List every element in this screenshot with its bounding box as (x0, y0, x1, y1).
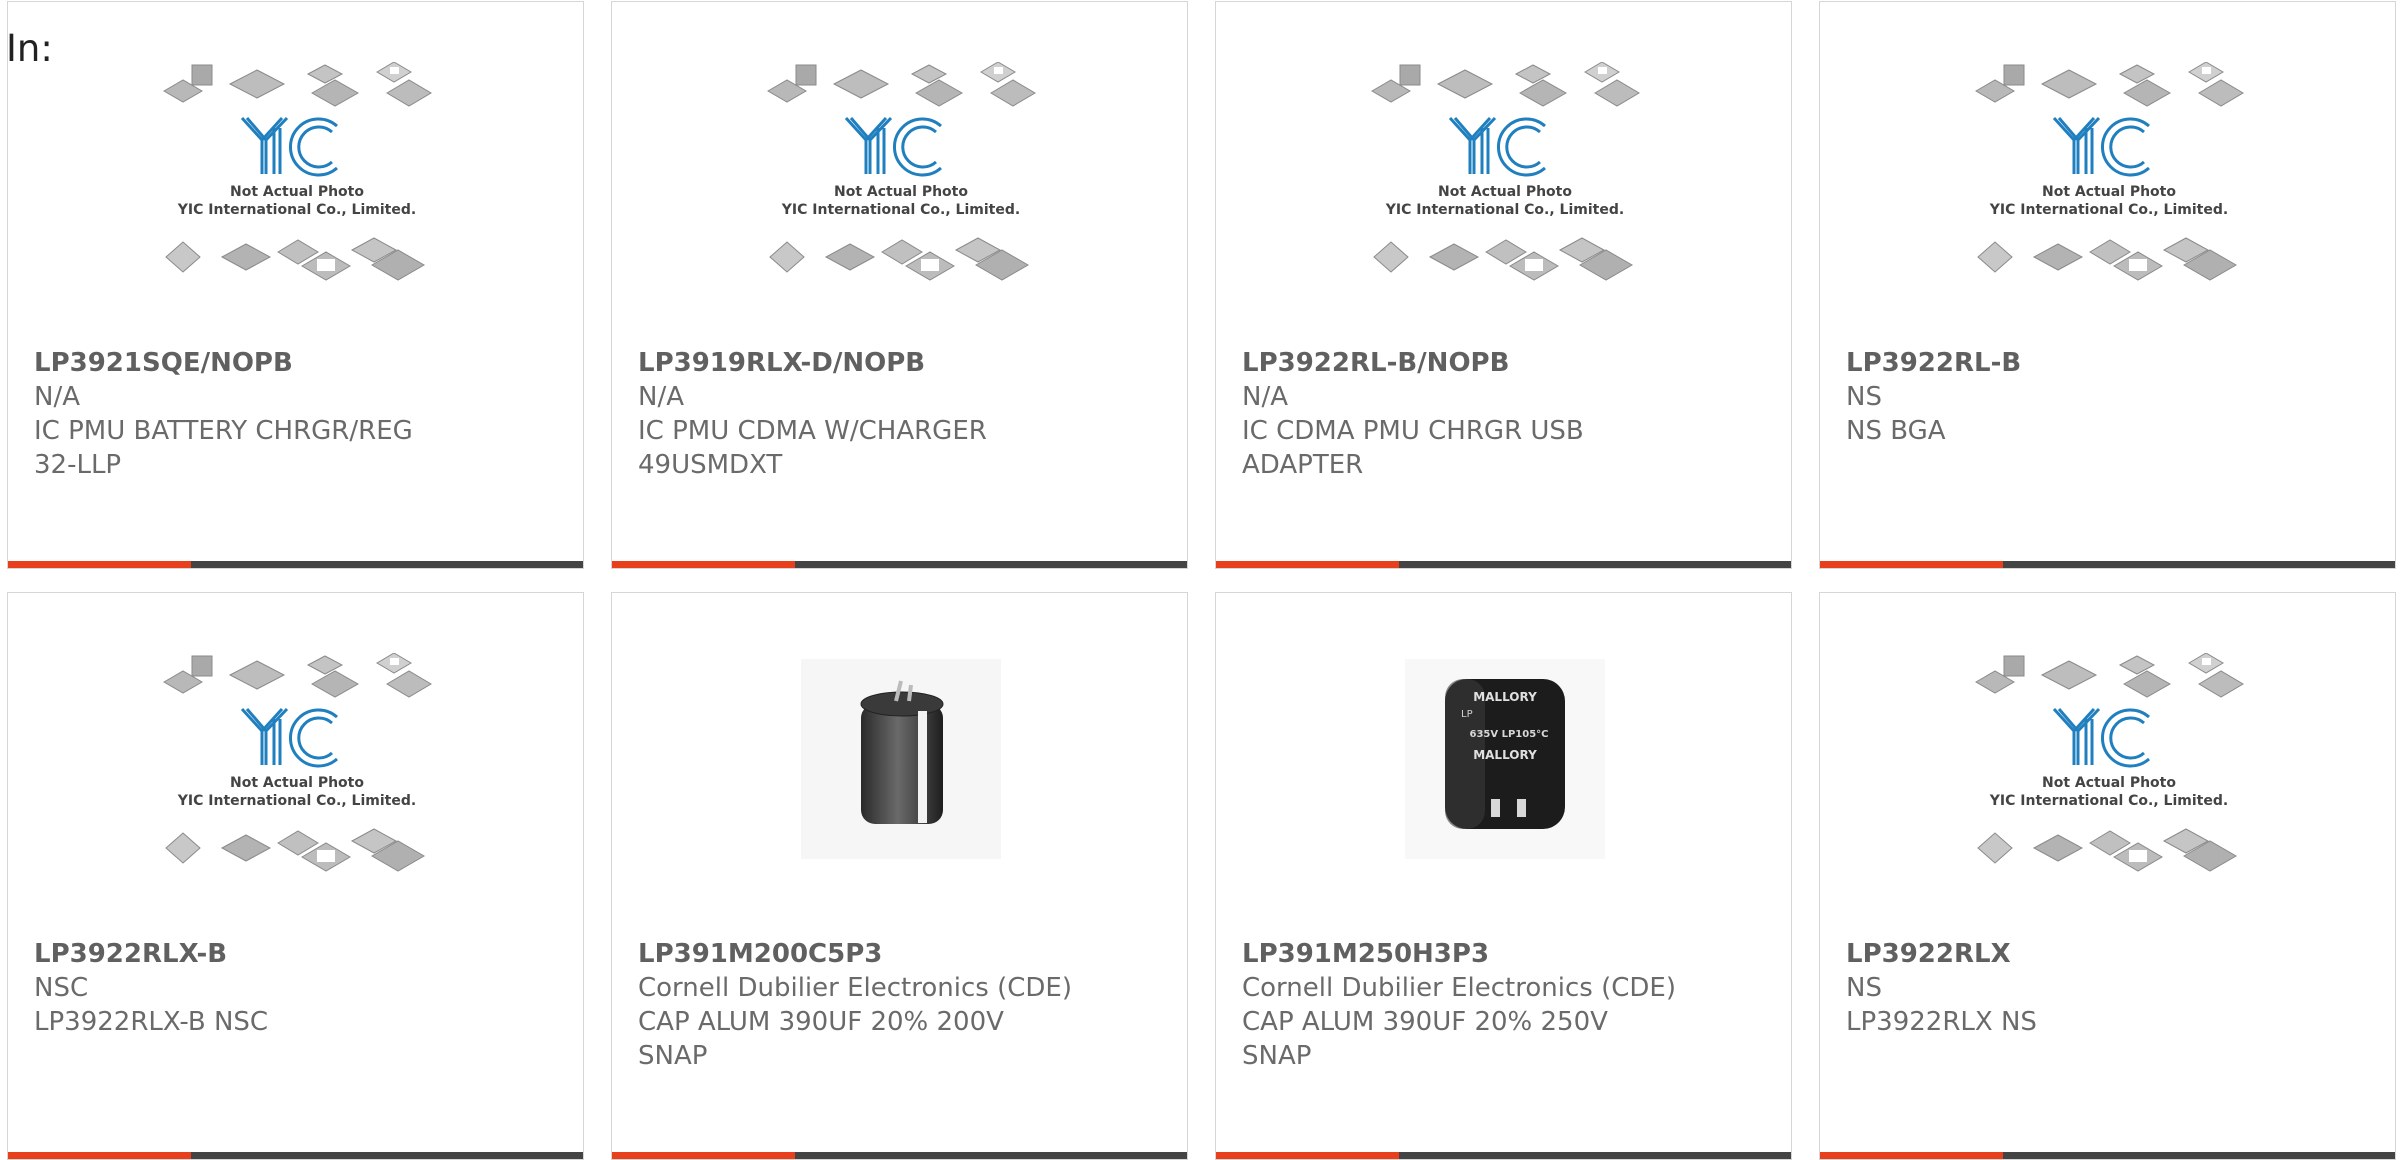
yic-logo (240, 707, 338, 768)
product-info: LP3922RL-B NS NS BGA (1846, 346, 2256, 448)
card-accent-stripe (1820, 1152, 2003, 1159)
yic-logo (2052, 116, 2150, 177)
card-accent-stripe (1820, 561, 2003, 568)
yic-logo (240, 116, 338, 177)
manufacturer-name: Cornell Dubilier Electronics (CDE) (1242, 973, 1676, 1003)
capacitor-print-brand-2: MALLORY (1473, 748, 1537, 762)
product-card[interactable]: Not Actual Photo YIC International Co., L… (1819, 592, 2396, 1160)
product-description: CAP ALUM 390UF 20% 200V SNAP (638, 1007, 1004, 1071)
card-accent-stripe (612, 1152, 795, 1159)
product-card[interactable]: Not Actual Photo YIC International Co., L… (1819, 1, 2396, 569)
not-actual-photo-caption: Not Actual Photo (834, 184, 968, 200)
card-bottom-bar (612, 561, 1187, 568)
card-accent-stripe (8, 561, 191, 568)
card-bottom-bar (8, 561, 583, 568)
company-caption: YIC International Co., Limited. (176, 202, 415, 218)
yic-logo (844, 116, 942, 177)
product-image[interactable]: Not Actual Photo YIC International Co., L… (1820, 62, 2395, 342)
product-description: IC CDMA PMU CHRGR USB ADAPTER (1242, 416, 1584, 480)
not-actual-photo-image: Not Actual Photo YIC International Co., L… (162, 653, 432, 872)
product-info: LP391M250H3P3 Cornell Dubilier Electronic… (1242, 937, 1676, 1073)
company-caption: YIC International Co., Limited. (1988, 793, 2227, 809)
yic-logo (2052, 707, 2150, 768)
manufacturer-name: Cornell Dubilier Electronics (CDE) (638, 973, 1072, 1003)
product-card[interactable]: LP391M200C5P3 Cornell Dubilier Electronic… (611, 592, 1188, 1160)
not-actual-photo-caption: Not Actual Photo (2042, 775, 2176, 791)
product-info: LP3921SQE/NOPB N/A IC PMU BATTERY CHRGR/RE… (34, 346, 444, 482)
part-number-link[interactable]: LP3922RLX (1846, 937, 2256, 971)
product-card[interactable]: Not Actual Photo YIC International Co., L… (1215, 1, 1792, 569)
company-caption: YIC International Co., Limited. (1384, 202, 1623, 218)
product-image[interactable]: Not Actual Photo YIC International Co., L… (1216, 62, 1791, 342)
manufacturer-name: NS (1846, 382, 1882, 412)
company-caption: YIC International Co., Limited. (176, 793, 415, 809)
product-description: LP3922RLX NS (1846, 1007, 2037, 1037)
not-actual-photo-caption: Not Actual Photo (230, 184, 364, 200)
company-caption: YIC International Co., Limited. (1988, 202, 2227, 218)
product-description: NS BGA (1846, 416, 1946, 446)
product-card[interactable]: Not Actual Photo YIC International Co., L… (7, 592, 584, 1160)
product-description: CAP ALUM 390UF 20% 250V SNAP (1242, 1007, 1608, 1071)
capacitor-print-series: LP (1461, 709, 1473, 720)
card-bottom-bar (1216, 1152, 1791, 1159)
product-image[interactable] (612, 653, 1187, 933)
not-actual-photo-image: Not Actual Photo YIC International Co., L… (1974, 62, 2244, 281)
not-actual-photo-image: Not Actual Photo YIC International Co., L… (162, 62, 432, 281)
card-accent-stripe (1216, 1152, 1399, 1159)
card-bottom-bar (1216, 561, 1791, 568)
product-grid: Not Actual Photo YIC International Co., L… (0, 0, 2400, 1160)
card-bottom-bar (1820, 561, 2395, 568)
card-bottom-bar (8, 1152, 583, 1159)
manufacturer-name: NS (1846, 973, 1882, 1003)
product-image[interactable]: Not Actual Photo YIC International Co., L… (8, 62, 583, 342)
product-card[interactable]: Not Actual Photo YIC International Co., L… (7, 1, 584, 569)
not-actual-photo-caption: Not Actual Photo (1438, 184, 1572, 200)
product-image[interactable]: Not Actual Photo YIC International Co., L… (8, 653, 583, 933)
product-info: LP391M200C5P3 Cornell Dubilier Electronic… (638, 937, 1072, 1073)
not-actual-photo-caption: Not Actual Photo (230, 775, 364, 791)
card-accent-stripe (8, 1152, 191, 1159)
product-info: LP3922RL-B/NOPB N/A IC CDMA PMU CHRGR USB … (1242, 346, 1652, 482)
part-number-link[interactable]: LP3922RL-B/NOPB (1242, 346, 1652, 380)
manufacturer-name: N/A (1242, 382, 1288, 412)
capacitor-photo: MALLORYLP635V LP105°CMALLORY (1404, 659, 1605, 859)
manufacturer-name: N/A (34, 382, 80, 412)
card-accent-stripe (612, 561, 795, 568)
product-image[interactable]: MALLORY LP 635V LP105°C MALLORY (1216, 653, 1791, 933)
product-info: LP3922RLX NS LP3922RLX NS (1846, 937, 2256, 1039)
card-bottom-bar (612, 1152, 1187, 1159)
capacitor-print-brand: MALLORY (1473, 690, 1537, 704)
product-image[interactable]: Not Actual Photo YIC International Co., L… (612, 62, 1187, 342)
capacitor-print-rating: 635V LP105°C (1469, 729, 1548, 740)
product-image[interactable]: Not Actual Photo YIC International Co., L… (1820, 653, 2395, 933)
part-number-link[interactable]: LP3922RL-B (1846, 346, 2256, 380)
card-bottom-bar (1820, 1152, 2395, 1159)
page-prefix-label: In: (6, 27, 53, 70)
part-number-link[interactable]: LP3921SQE/NOPB (34, 346, 444, 380)
product-info: LP3919RLX-D/NOPB N/A IC PMU CDMA W/CHARGER… (638, 346, 1048, 482)
product-card[interactable]: MALLORY LP 635V LP105°C MALLORY LP391M250H3P… (1215, 592, 1792, 1160)
manufacturer-name: NSC (34, 973, 89, 1003)
not-actual-photo-image: Not Actual Photo YIC International Co., L… (766, 62, 1036, 281)
product-card[interactable]: Not Actual Photo YIC International Co., L… (611, 1, 1188, 569)
manufacturer-name: N/A (638, 382, 684, 412)
capacitor-photo (800, 659, 1001, 859)
not-actual-photo-image: Not Actual Photo YIC International Co., L… (1974, 653, 2244, 872)
product-description: IC PMU CDMA W/CHARGER 49USMDXT (638, 416, 987, 480)
product-description: IC PMU BATTERY CHRGR/REG 32-LLP (34, 416, 413, 480)
card-accent-stripe (1216, 561, 1399, 568)
not-actual-photo-caption: Not Actual Photo (2042, 184, 2176, 200)
part-number-link[interactable]: LP3919RLX-D/NOPB (638, 346, 1048, 380)
part-number-link[interactable]: LP391M200C5P3 (638, 937, 1048, 971)
part-number-link[interactable]: LP3922RLX-B (34, 937, 444, 971)
not-actual-photo-image: Not Actual Photo YIC International Co., L… (1370, 62, 1640, 281)
part-number-link[interactable]: LP391M250H3P3 (1242, 937, 1652, 971)
company-caption: YIC International Co., Limited. (780, 202, 1019, 218)
yic-logo (1448, 116, 1546, 177)
product-info: LP3922RLX-B NSC LP3922RLX-B NSC (34, 937, 444, 1039)
product-description: LP3922RLX-B NSC (34, 1007, 269, 1037)
